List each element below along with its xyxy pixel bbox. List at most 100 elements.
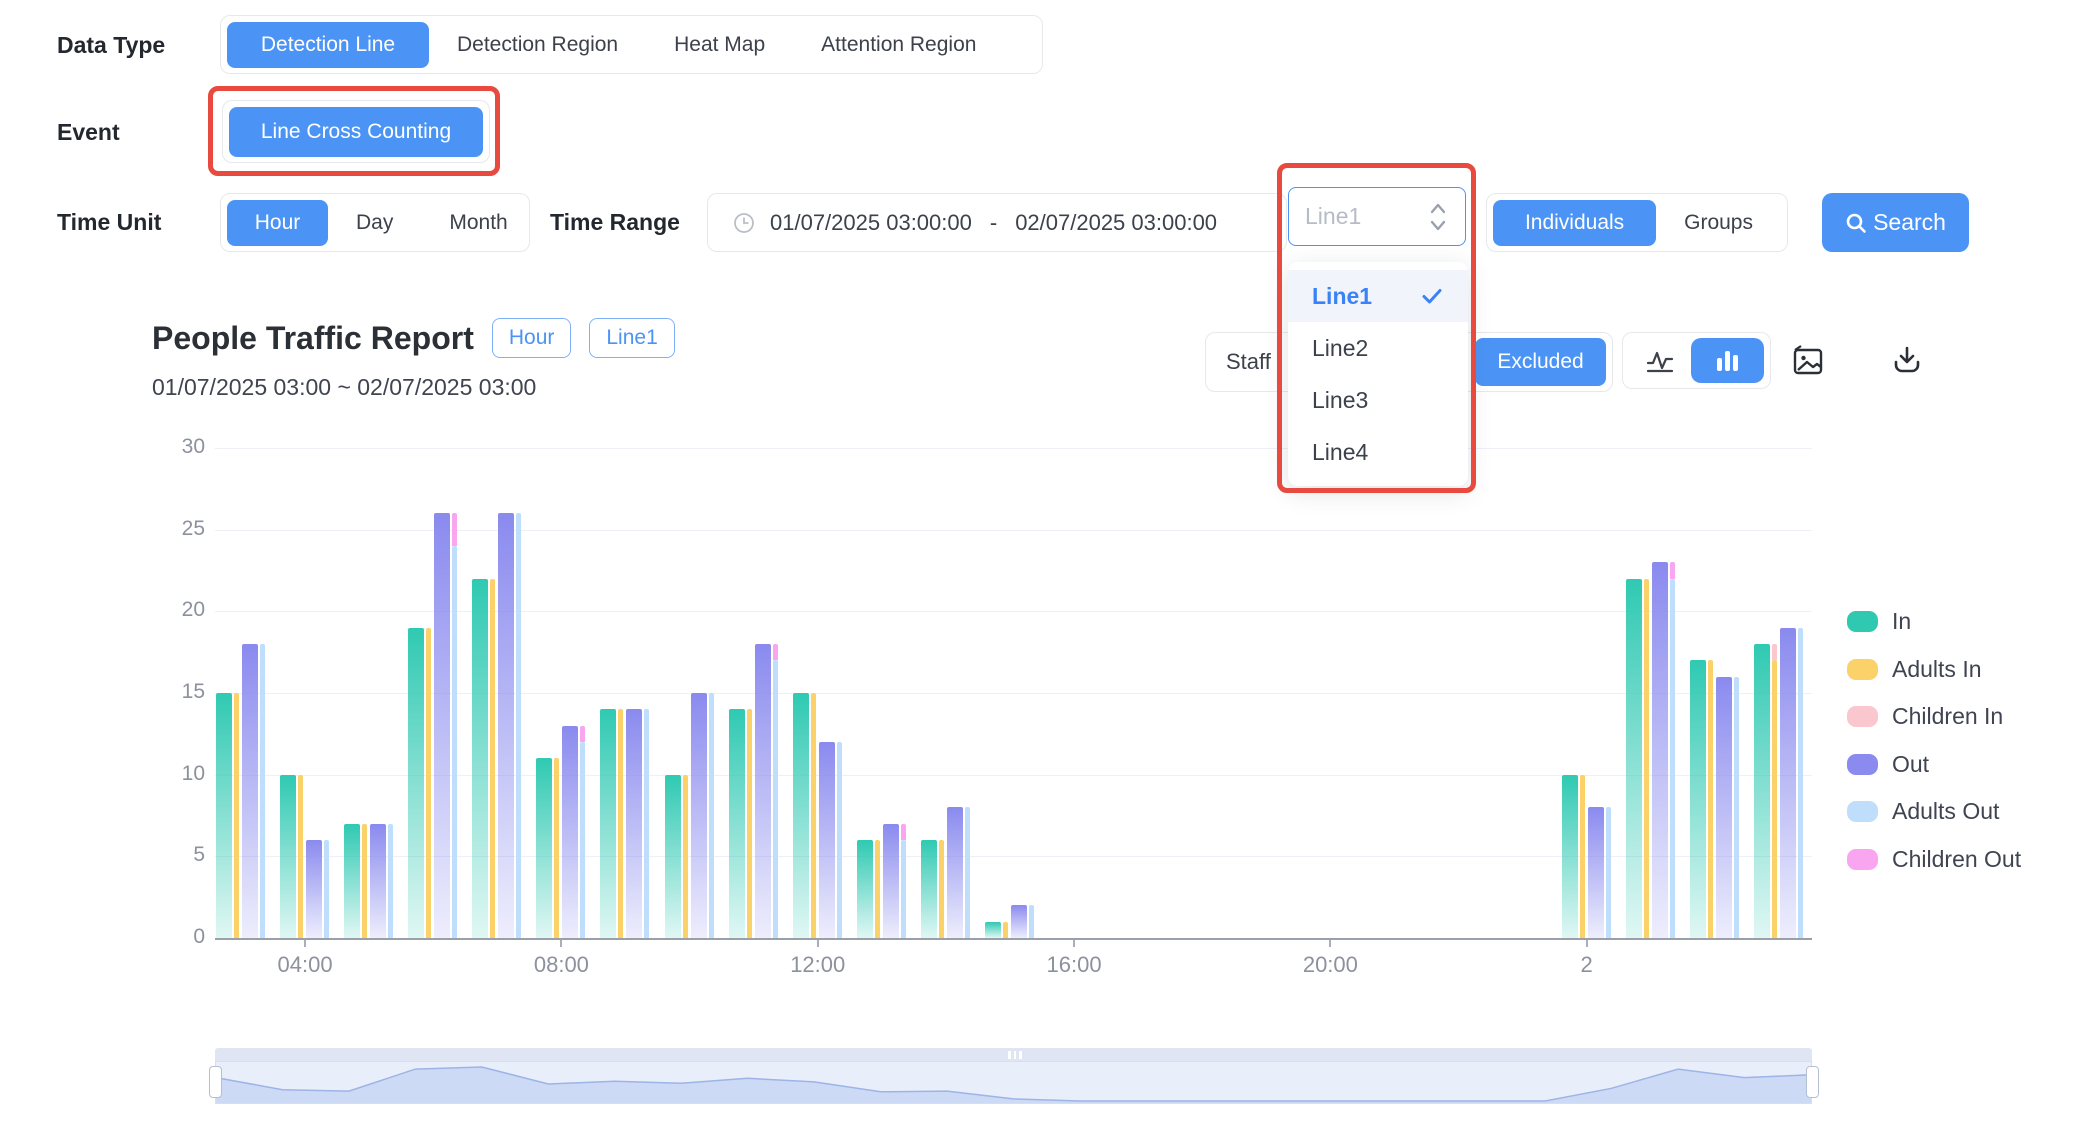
bar-in <box>472 579 488 938</box>
traffic-chart: 05101520253004:0008:0012:0016:0020:002 <box>0 0 2097 1125</box>
bar-adults-out <box>260 644 265 938</box>
bar-adults-out <box>773 660 778 938</box>
y-axis-label: 30 <box>145 435 205 459</box>
bar-adults-in <box>362 824 367 938</box>
legend-label: Adults Out <box>1892 798 1999 825</box>
bar-in <box>1690 660 1706 938</box>
line-option-line2[interactable]: Line2 <box>1288 322 1468 374</box>
bar-in <box>1562 775 1578 938</box>
bar-in <box>216 693 232 938</box>
bar-out <box>883 824 899 938</box>
bar-out <box>306 840 322 938</box>
line-select[interactable]: Line1 <box>1288 187 1466 246</box>
bar-children-out <box>773 644 778 660</box>
bar-children-out <box>901 824 906 840</box>
x-axis-tick <box>817 940 819 947</box>
legend-item-in[interactable]: In <box>1847 608 1911 635</box>
legend-item-children-out[interactable]: Children Out <box>1847 846 2021 873</box>
datazoom-move-handle-icon <box>1008 1051 1022 1059</box>
bar-out <box>691 693 707 938</box>
datazoom-move-bar[interactable] <box>215 1048 1812 1061</box>
bar-children-out <box>1670 562 1675 578</box>
bar-out <box>1011 905 1027 938</box>
legend-item-out[interactable]: Out <box>1847 751 1929 778</box>
y-axis-label: 25 <box>145 517 205 541</box>
bar-out <box>1588 807 1604 938</box>
x-axis-label: 04:00 <box>260 952 350 978</box>
legend-item-adults-in[interactable]: Adults In <box>1847 656 1982 683</box>
bar-out <box>1716 677 1732 938</box>
bar-in <box>600 709 616 938</box>
bar-out <box>819 742 835 938</box>
bar-out <box>498 513 514 938</box>
bar-in <box>408 628 424 938</box>
line-option-label: Line4 <box>1312 439 1368 466</box>
gridline <box>215 448 1812 449</box>
bar-in <box>921 840 937 938</box>
legend-label: Adults In <box>1892 656 1982 683</box>
line-option-label: Line3 <box>1312 387 1368 414</box>
bar-out <box>947 807 963 938</box>
bar-adults-out <box>1734 677 1739 938</box>
legend-label: Children Out <box>1892 846 2021 873</box>
bar-in <box>536 758 552 938</box>
bar-children-out <box>580 726 585 742</box>
bar-adults-out <box>709 693 714 938</box>
select-spinner-icon[interactable] <box>1427 199 1449 235</box>
bar-adults-in <box>811 693 816 938</box>
bar-adults-out <box>580 742 585 938</box>
legend-swatch <box>1847 611 1878 632</box>
y-axis-label: 10 <box>145 762 205 786</box>
x-axis-tick <box>560 940 562 947</box>
bar-adults-out <box>1606 807 1611 938</box>
line-select-value: Line1 <box>1305 203 1361 230</box>
bar-adults-in <box>1580 775 1585 938</box>
line-option-line3[interactable]: Line3 <box>1288 374 1468 426</box>
bar-in <box>665 775 681 938</box>
bar-adults-out <box>388 824 393 938</box>
bar-in <box>344 824 360 938</box>
legend-swatch <box>1847 801 1878 822</box>
bar-out <box>434 513 450 938</box>
x-axis-tick <box>304 940 306 947</box>
line-option-line4[interactable]: Line4 <box>1288 426 1468 478</box>
bar-adults-out <box>1670 579 1675 938</box>
legend-swatch <box>1847 706 1878 727</box>
legend-swatch <box>1847 754 1878 775</box>
bar-out <box>755 644 771 938</box>
bar-adults-out <box>324 840 329 938</box>
line-option-line1[interactable]: Line1 <box>1288 270 1468 322</box>
legend-swatch <box>1847 849 1878 870</box>
legend-label: Out <box>1892 751 1929 778</box>
bar-out <box>626 709 642 938</box>
x-axis-label: 12:00 <box>773 952 863 978</box>
legend-item-adults-out[interactable]: Adults Out <box>1847 798 1999 825</box>
people-traffic-dashboard: { "filters": { "data_type": { "label": "… <box>0 0 2097 1125</box>
bar-in <box>1626 579 1642 938</box>
bar-out <box>562 726 578 938</box>
datazoom-left-handle[interactable] <box>209 1066 222 1098</box>
bar-adults-in <box>426 628 431 938</box>
datazoom-right-handle[interactable] <box>1806 1066 1819 1098</box>
bar-in <box>280 775 296 938</box>
line-option-label: Line1 <box>1312 283 1372 310</box>
x-axis-tick <box>1073 940 1075 947</box>
y-axis-label: 0 <box>145 925 205 949</box>
line-option-label: Line2 <box>1312 335 1368 362</box>
bar-adults-in <box>1003 922 1008 938</box>
line-select-dropdown: Line1 Line2 Line3 Line4 <box>1288 262 1468 486</box>
bar-adults-in <box>747 709 752 938</box>
bar-adults-out <box>516 513 521 938</box>
bar-adults-out <box>452 546 457 938</box>
bar-in <box>985 922 1001 938</box>
x-axis-label: 20:00 <box>1285 952 1375 978</box>
bar-adults-in <box>298 775 303 938</box>
x-axis-label: 08:00 <box>516 952 606 978</box>
bar-adults-out <box>1029 905 1034 938</box>
legend-swatch <box>1847 659 1878 680</box>
datazoom-track[interactable] <box>215 1061 1812 1104</box>
legend-item-children-in[interactable]: Children In <box>1847 703 2003 730</box>
bar-adults-in <box>683 775 688 938</box>
bar-in <box>793 693 809 938</box>
bar-children-in <box>1772 644 1777 660</box>
